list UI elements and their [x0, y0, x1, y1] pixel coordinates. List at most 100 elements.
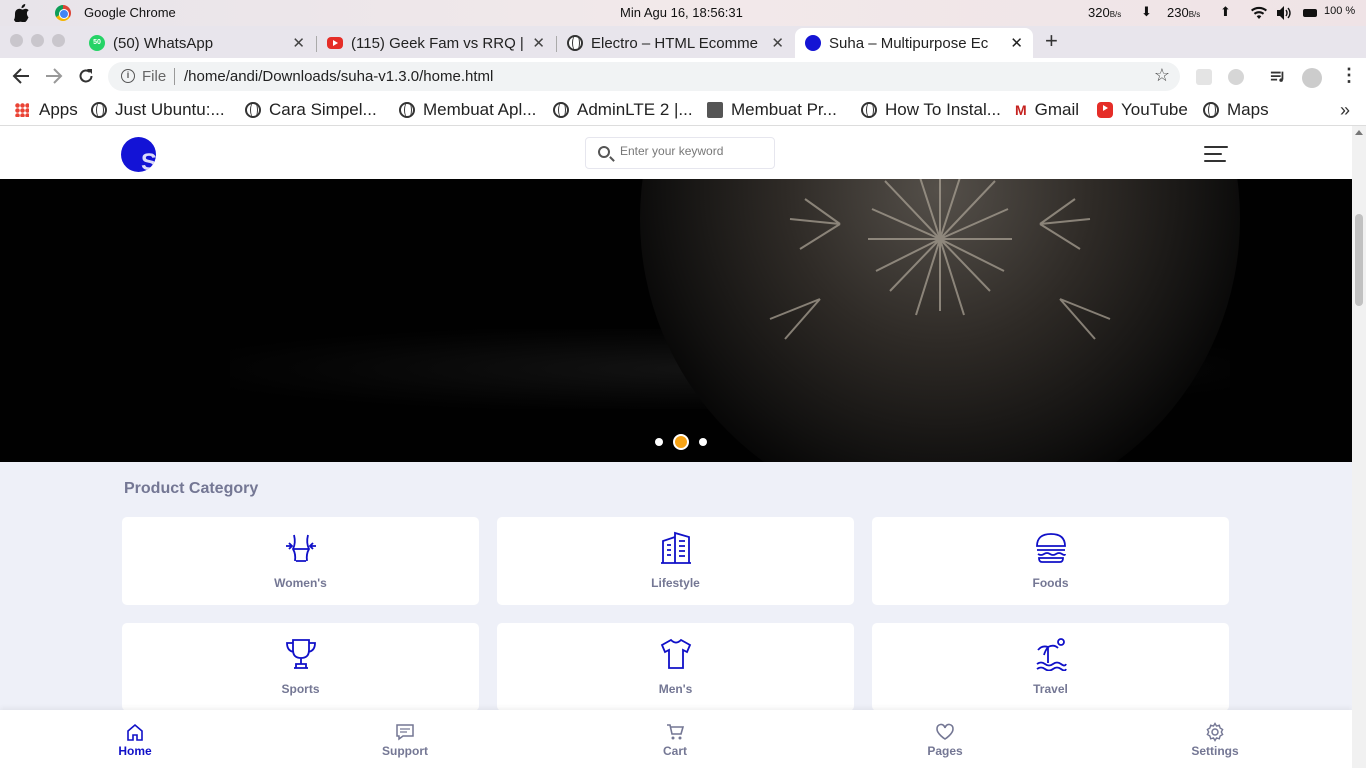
address-bar[interactable]: i File /home/andi/Downloads/suha-v1.3.0/…	[108, 62, 1180, 91]
globe-icon	[245, 102, 261, 118]
category-card-mens[interactable]: Men's	[497, 623, 854, 711]
back-icon[interactable]	[12, 68, 30, 84]
category-card-travel[interactable]: Travel	[872, 623, 1229, 711]
window-minimize-button[interactable]	[31, 34, 44, 47]
clock[interactable]: Min Agu 16, 18:56:31	[620, 5, 743, 20]
scrollbar-thumb[interactable]	[1355, 214, 1363, 306]
category-card-foods[interactable]: Foods	[872, 517, 1229, 605]
down-arrow-icon: ⬇	[1141, 4, 1152, 19]
profile-avatar[interactable]	[1302, 68, 1322, 88]
chat-icon	[396, 724, 414, 741]
bookmark-item[interactable]: Membuat Pr...	[707, 100, 837, 120]
tab-title: Electro – HTML Ecomme	[591, 34, 758, 52]
menu-toggle-icon[interactable]	[1204, 146, 1228, 162]
app-name[interactable]: Google Chrome	[84, 5, 176, 20]
footer-nav: Home Support Cart Pages Settings	[0, 710, 1352, 768]
extension-icon[interactable]	[1228, 69, 1244, 85]
window-close-button[interactable]	[10, 34, 23, 47]
bookmark-item[interactable]: AdminLTE 2 |...	[553, 100, 693, 120]
scroll-up-arrow-icon[interactable]	[1355, 130, 1363, 135]
women-icon	[286, 534, 316, 562]
category-card-womens[interactable]: Women's	[122, 517, 479, 605]
search-box	[585, 137, 775, 169]
home-icon	[127, 723, 143, 741]
footer-nav-support[interactable]: Support	[360, 710, 450, 768]
media-control-icon[interactable]	[1270, 69, 1286, 85]
category-card-lifestyle[interactable]: Lifestyle	[497, 517, 854, 605]
gear-icon	[1206, 722, 1224, 742]
bookmarks-overflow-icon[interactable]: »	[1340, 100, 1350, 121]
footer-nav-pages[interactable]: Pages	[900, 710, 990, 768]
close-icon[interactable]: ✕	[532, 34, 545, 52]
footer-nav-label: Cart	[662, 744, 687, 758]
burger-icon	[1036, 533, 1066, 563]
heart-icon	[936, 723, 954, 740]
tab-title: Suha – Multipurpose Ec	[829, 34, 989, 52]
globe-icon	[1203, 102, 1219, 118]
close-icon[interactable]: ✕	[771, 34, 784, 52]
building-icon	[661, 531, 691, 564]
footer-nav-cart[interactable]: Cart	[630, 710, 720, 768]
logo-letter: S	[141, 149, 156, 172]
hero-slider[interactable]	[0, 179, 1352, 462]
bookmark-gmail[interactable]: M Gmail	[1015, 100, 1079, 120]
extension-icon[interactable]	[1196, 69, 1212, 85]
page-scrollbar[interactable]	[1352, 126, 1366, 768]
battery-icon[interactable]	[1303, 9, 1317, 17]
new-tab-button[interactable]: +	[1045, 28, 1058, 54]
slider-dot-active[interactable]	[673, 434, 689, 450]
globe-icon	[91, 102, 107, 118]
gmail-icon: M	[1015, 102, 1027, 118]
tab-youtube[interactable]: (115) Geek Fam vs RRQ | ✕	[318, 28, 555, 58]
youtube-icon	[327, 37, 343, 49]
info-icon[interactable]: i	[121, 69, 135, 83]
close-icon[interactable]: ✕	[292, 34, 305, 52]
footer-nav-settings[interactable]: Settings	[1170, 710, 1260, 768]
bookmark-item[interactable]: Just Ubuntu:...	[91, 100, 225, 120]
hero-pattern	[769, 179, 1111, 340]
bookmark-item[interactable]: Membuat Apl...	[399, 100, 536, 120]
apple-icon[interactable]	[14, 4, 30, 22]
whatsapp-icon: 50	[89, 35, 105, 51]
globe-icon	[553, 102, 569, 118]
bookmark-star-icon[interactable]: ☆	[1154, 65, 1170, 86]
tab-suha[interactable]: Suha – Multipurpose Ec ✕	[795, 28, 1033, 58]
category-label: Men's	[658, 682, 693, 696]
category-label: Sports	[281, 682, 320, 696]
tab-electro[interactable]: Electro – HTML Ecomme ✕	[558, 28, 794, 58]
tab-whatsapp[interactable]: 50 (50) WhatsApp ✕	[80, 28, 315, 58]
site-logo[interactable]: S	[121, 137, 156, 172]
category-label: Women's	[274, 576, 327, 590]
bookmark-label: YouTube	[1121, 100, 1188, 119]
bookmark-label: Membuat Pr...	[731, 100, 837, 119]
category-label: Foods	[1032, 576, 1069, 590]
net-up-value: 230	[1167, 5, 1189, 20]
tab-title: (115) Geek Fam vs RRQ |	[351, 34, 523, 52]
close-icon[interactable]: ✕	[1010, 34, 1023, 52]
more-vert-icon[interactable]: ⋮	[1340, 65, 1358, 86]
bookmark-maps[interactable]: Maps	[1203, 100, 1269, 120]
bookmark-item[interactable]: How To Instal...	[861, 100, 1001, 120]
category-card-sports[interactable]: Sports	[122, 623, 479, 711]
slider-dot[interactable]	[655, 438, 663, 446]
url-text[interactable]: /home/andi/Downloads/suha-v1.3.0/home.ht…	[184, 68, 493, 85]
wifi-icon[interactable]	[1250, 6, 1268, 20]
menu-line	[1204, 160, 1226, 162]
window-zoom-button[interactable]	[52, 34, 65, 47]
bookmarks-bar: Apps Just Ubuntu:... Cara Simpel... Memb…	[0, 95, 1366, 126]
bookmark-youtube[interactable]: YouTube	[1097, 100, 1188, 120]
footer-nav-label: Pages	[927, 744, 963, 758]
volume-icon[interactable]	[1276, 5, 1292, 21]
slider-dots	[650, 434, 712, 450]
bookmark-apps[interactable]: Apps	[15, 100, 78, 120]
search-input[interactable]	[620, 144, 770, 158]
globe-icon	[399, 102, 415, 118]
footer-nav-label: Support	[382, 744, 428, 758]
reload-icon[interactable]	[78, 68, 94, 84]
trophy-icon	[286, 639, 316, 669]
footer-nav-home[interactable]: Home	[90, 710, 180, 768]
bookmark-item[interactable]: Cara Simpel...	[245, 100, 377, 120]
net-up-unit: B/s	[1188, 10, 1201, 19]
forward-icon[interactable]	[45, 68, 63, 84]
slider-dot[interactable]	[699, 438, 707, 446]
